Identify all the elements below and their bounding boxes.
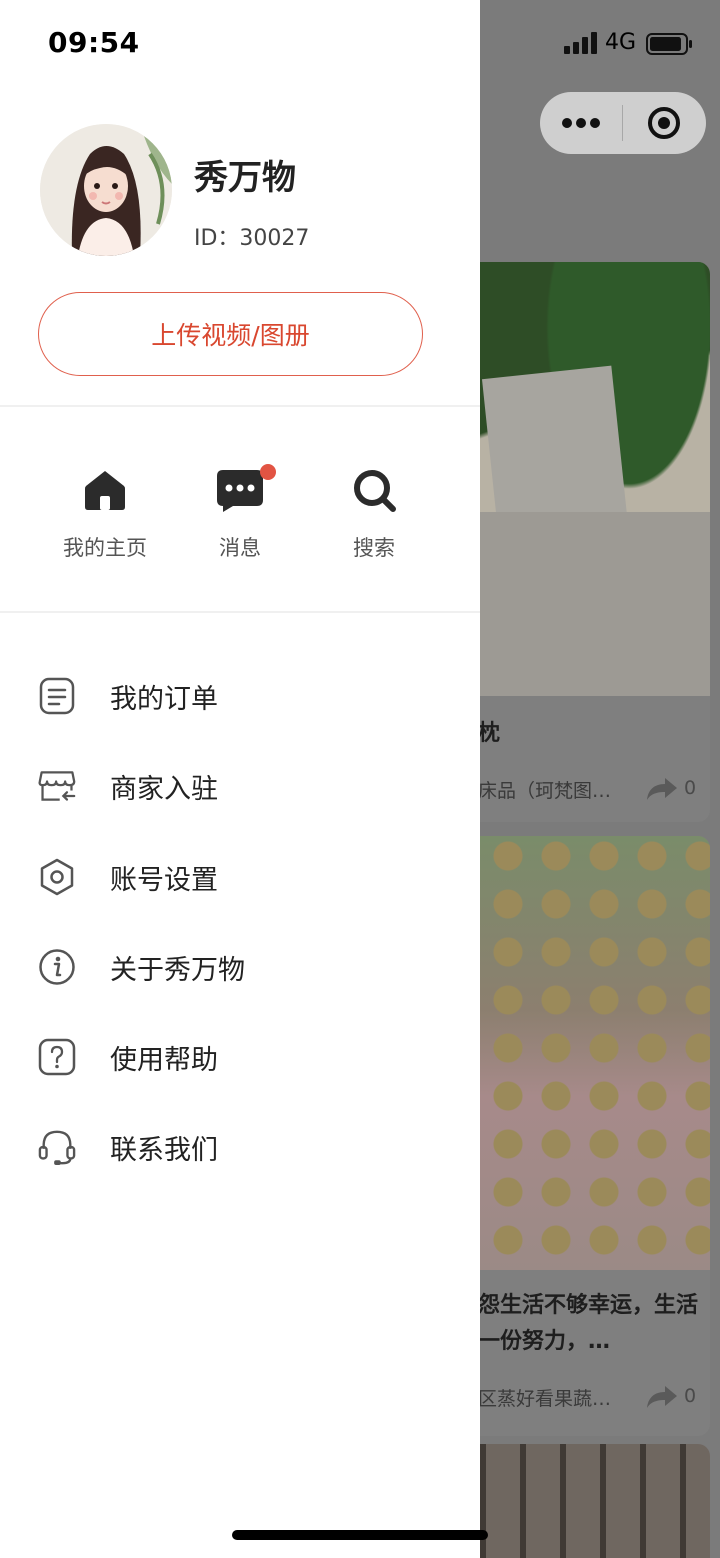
- order-list-icon: [39, 677, 75, 715]
- avatar-illustration: [40, 124, 172, 256]
- menu-item-help[interactable]: 使用帮助: [0, 1022, 480, 1092]
- menu-item-label: 使用帮助: [110, 1044, 218, 1076]
- screen: 枕 床品（珂梵图… 0 怨生活不够幸运，生活一份努力，… 区蒸好看果蔬… 0 秀…: [0, 0, 720, 1558]
- battery-icon: [646, 33, 692, 55]
- more-button[interactable]: [540, 92, 622, 154]
- share-icon[interactable]: [645, 776, 679, 802]
- profile-id: ID：30027: [194, 226, 310, 251]
- feed-card-title: 枕: [478, 721, 501, 746]
- network-type: 4G: [605, 30, 637, 55]
- settings-hexagon-icon: [40, 858, 74, 896]
- menu-item-about[interactable]: 关于秀万物: [0, 932, 480, 1002]
- profile-name: 秀万物: [194, 158, 296, 198]
- mini-program-capsule: [540, 92, 706, 154]
- headset-icon: [38, 1130, 76, 1166]
- feed-card[interactable]: 枕 床品（珂梵图… 0: [440, 262, 710, 822]
- upload-video-album-button[interactable]: 上传视频/图册: [38, 292, 423, 376]
- more-dots-icon: [562, 118, 600, 128]
- target-close-icon: [648, 107, 680, 139]
- menu-item-account-settings[interactable]: 账号设置: [0, 842, 480, 912]
- feed-card-image: [440, 1444, 710, 1558]
- info-icon: [39, 949, 75, 985]
- share-icon[interactable]: [645, 1384, 679, 1410]
- menu-item-label: 关于秀万物: [110, 954, 245, 986]
- quick-action-label: 搜索: [353, 536, 395, 560]
- side-drawer: 秀万物 ID：30027 上传视频/图册 我的主页 消息 搜索 我的订单 商家入…: [0, 0, 480, 1558]
- feed-card-meta: 床品（珂梵图…: [478, 780, 612, 802]
- menu-item-label: 商家入驻: [110, 773, 218, 805]
- quick-action-label: 我的主页: [63, 536, 147, 560]
- share-count: 0: [684, 777, 697, 799]
- quick-action-label: 消息: [219, 536, 261, 560]
- menu-item-label: 联系我们: [110, 1134, 218, 1166]
- menu-item-my-orders[interactable]: 我的订单: [0, 661, 480, 731]
- divider: [0, 611, 480, 613]
- home-indicator[interactable]: [232, 1530, 488, 1540]
- divider: [0, 405, 480, 407]
- message-icon: [217, 470, 263, 512]
- feed-card-image: [440, 262, 710, 696]
- menu-item-label: 账号设置: [110, 864, 218, 896]
- quick-action-home[interactable]: 我的主页: [45, 460, 165, 562]
- share-count: 0: [684, 1385, 697, 1407]
- close-mini-program-button[interactable]: [623, 92, 705, 154]
- feed-card[interactable]: [440, 1444, 710, 1558]
- feed-card[interactable]: 怨生活不够幸运，生活一份努力，… 区蒸好看果蔬… 0: [440, 836, 710, 1436]
- store-icon: [38, 771, 76, 801]
- help-icon: [38, 1038, 76, 1076]
- avatar[interactable]: [40, 124, 172, 256]
- quick-action-messages[interactable]: 消息: [180, 460, 300, 562]
- unread-badge: [260, 464, 276, 480]
- feed-card-image: [440, 836, 710, 1270]
- home-icon: [85, 471, 125, 510]
- feed-card-title: 怨生活不够幸运，生活一份努力，…: [478, 1293, 699, 1354]
- cellular-signal-icon: [564, 32, 597, 54]
- menu-item-contact-us[interactable]: 联系我们: [0, 1112, 480, 1182]
- search-icon: [354, 470, 396, 512]
- status-time: 09:54: [48, 26, 140, 59]
- feed-card-meta: 区蒸好看果蔬…: [478, 1388, 612, 1410]
- menu-item-label: 我的订单: [110, 683, 218, 715]
- menu-item-merchant-join[interactable]: 商家入驻: [0, 751, 480, 821]
- quick-action-search[interactable]: 搜索: [314, 460, 434, 562]
- status-bar: 09:54 4G: [0, 0, 720, 88]
